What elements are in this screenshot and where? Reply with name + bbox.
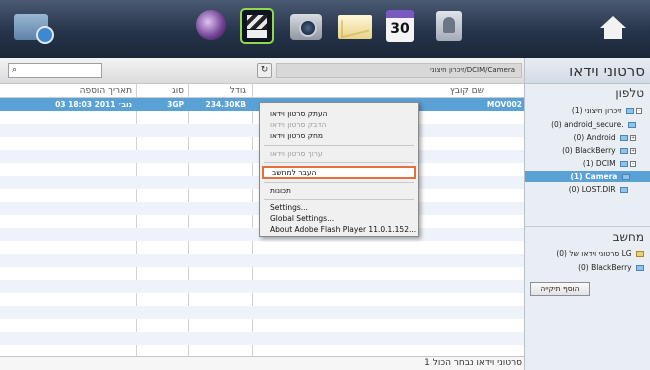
tree-item-external-memory[interactable]: (1) זיכרון חיצוני -: [572, 105, 642, 116]
tree-item-lost-dir[interactable]: (0) LOST.DIR: [569, 184, 628, 195]
search-icon: ⌕: [12, 65, 18, 75]
menu-item-settings[interactable]: Settings...: [270, 203, 308, 213]
menu-item-global-settings[interactable]: Global Settings...: [270, 214, 334, 224]
main-toolbar: 30: [0, 0, 650, 58]
collapse-icon[interactable]: -: [630, 161, 636, 167]
folder-icon: [622, 174, 630, 180]
folder-icon: [620, 148, 628, 154]
table-row: [0, 306, 524, 319]
table-header: שם קובץ גודל סוג תאריך הוספה: [0, 84, 524, 98]
contacts-icon[interactable]: [436, 11, 462, 41]
expand-icon[interactable]: +: [630, 135, 636, 141]
table-row: [0, 332, 524, 345]
col-header-type[interactable]: סוג: [144, 85, 184, 97]
folder-icon: [636, 251, 644, 257]
table-row: [0, 254, 524, 267]
add-folder-button[interactable]: הוסף תיקייה: [530, 282, 590, 296]
tree-item-label: (1) DCIM: [582, 159, 616, 168]
sidebar: סרטוני וידאו טלפון (1) זיכרון חיצוני - (…: [524, 58, 650, 370]
tree-item-pc-blackberry[interactable]: (0) BlackBerry: [578, 262, 644, 273]
menu-separator: [264, 199, 414, 200]
table-row: [0, 319, 524, 332]
menu-item-delete-video[interactable]: מחק סרטון וידאו: [270, 131, 323, 141]
folder-icon: [620, 161, 628, 167]
calendar-icon[interactable]: 30: [386, 10, 414, 42]
menu-item-move-to-pc[interactable]: העבר למחשב: [262, 166, 416, 179]
tree-item-android[interactable]: (0) Android +: [574, 132, 636, 143]
folder-icon: [636, 265, 644, 271]
tree-item-lg-videos[interactable]: (0) סרטוני וידאו של LG: [556, 248, 644, 259]
menu-item-edit-video[interactable]: ערוך סרטון וידאו: [270, 149, 323, 159]
tree-item-label: (0) BlackBerry: [578, 263, 632, 272]
message-icon[interactable]: [338, 15, 372, 39]
col-header-name[interactable]: שם קובץ: [274, 85, 484, 97]
tree-item-label: (0) סרטוני וידאו של LG: [556, 249, 632, 258]
row-date: 03 נוב׳ 2011 18:03: [55, 100, 132, 109]
tree-item-label: (0) Android: [573, 133, 616, 142]
table-row: [0, 267, 524, 280]
expand-icon[interactable]: +: [630, 148, 636, 154]
col-header-size[interactable]: גודל: [186, 85, 246, 97]
table-row: [0, 293, 524, 306]
page-title: סרטוני וידאו: [525, 58, 650, 84]
menu-item-about-flash[interactable]: About Adobe Flash Player 11.0.1.152...: [270, 225, 416, 235]
pc-sync-icon[interactable]: [14, 14, 54, 44]
tree-item-dcim[interactable]: (1) DCIM -: [583, 158, 636, 169]
row-type: 3GP: [167, 100, 184, 109]
menu-item-paste-video[interactable]: הדבק סרטון וידאו: [270, 120, 326, 130]
music-icon[interactable]: [196, 10, 226, 40]
folder-icon: [628, 122, 636, 128]
status-bar: 1 סרטוני וידאו נבחר הכול: [0, 356, 524, 370]
collapse-icon[interactable]: -: [636, 108, 642, 114]
tree-item-android-secure[interactable]: (0) android_secure.: [551, 119, 636, 130]
photo-icon[interactable]: [290, 14, 322, 40]
list-topbar: ⌕ ↻ DCIM/Camera/זיכרון חיצוני: [0, 58, 524, 84]
path-bar: DCIM/Camera/זיכרון חיצוני: [276, 63, 522, 78]
tree-item-label: (0) android_secure.: [551, 120, 624, 129]
row-size: 234.30KB: [205, 100, 246, 109]
table-row: [0, 280, 524, 293]
video-icon[interactable]: [240, 8, 274, 44]
tree-item-label: (0) BlackBerry: [562, 146, 616, 155]
menu-separator: [264, 182, 414, 183]
folder-icon: [626, 108, 634, 114]
menu-item-properties[interactable]: תכונות: [270, 186, 291, 196]
tree-item-label: (1) זיכרון חיצוני: [571, 106, 622, 115]
tree-item-camera[interactable]: (1) Camera: [525, 171, 650, 182]
computer-section-title: מחשב: [612, 230, 644, 244]
col-header-date[interactable]: תאריך הוספה: [12, 85, 132, 97]
menu-separator: [264, 145, 414, 146]
folder-icon: [620, 135, 628, 141]
section-divider: [525, 226, 650, 227]
folder-icon: [620, 187, 628, 193]
home-icon[interactable]: [600, 16, 626, 40]
phone-section-title: טלפון: [615, 86, 644, 100]
tree-item-label: (1) Camera: [570, 172, 618, 181]
context-menu: העתק סרטון וידאו הדבק סרטון וידאו מחק סר…: [259, 102, 419, 237]
menu-separator: [264, 162, 414, 163]
table-row: [0, 241, 524, 254]
tree-item-blackberry[interactable]: (0) BlackBerry +: [562, 145, 636, 156]
menu-item-copy-video[interactable]: העתק סרטון וידאו: [270, 109, 328, 119]
refresh-button[interactable]: ↻: [257, 63, 272, 78]
tree-item-label: (0) LOST.DIR: [568, 185, 616, 194]
search-input[interactable]: ⌕: [8, 63, 102, 78]
